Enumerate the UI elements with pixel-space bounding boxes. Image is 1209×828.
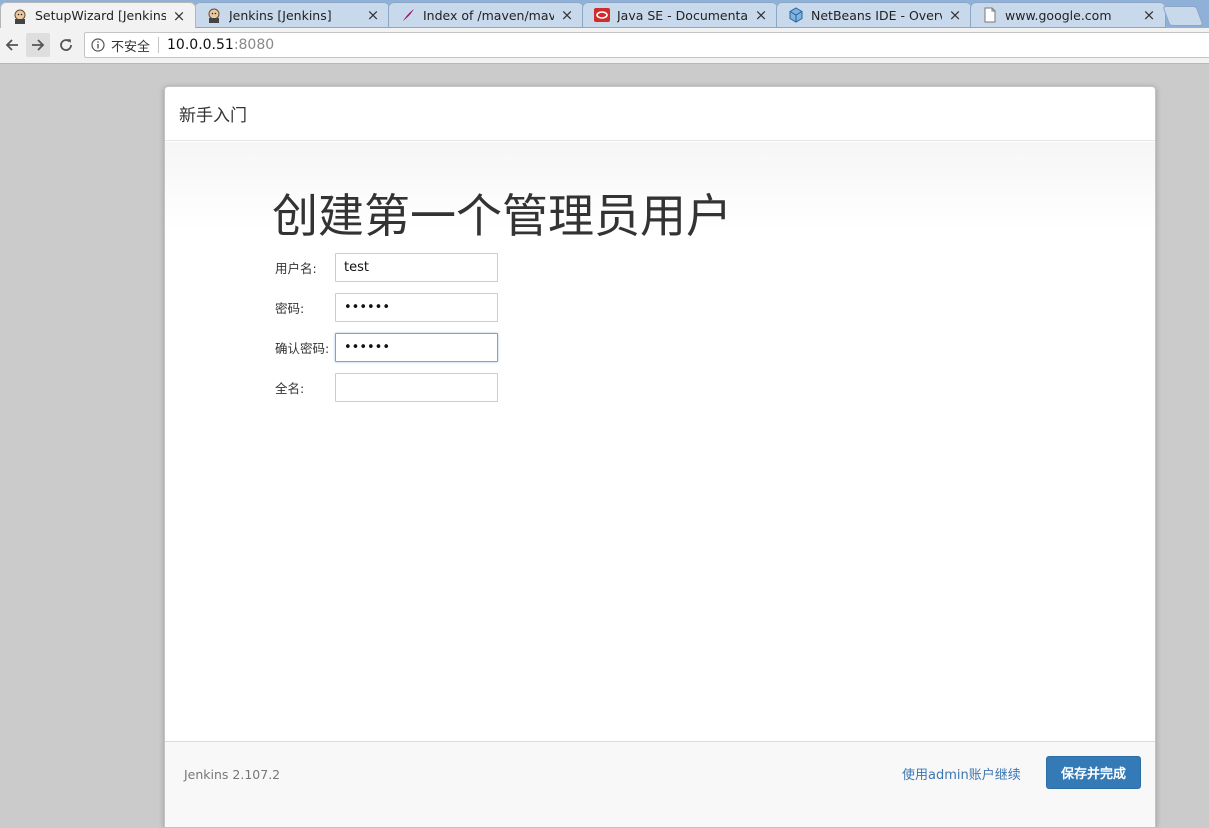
close-icon[interactable]: ×	[948, 6, 962, 24]
tab-title: NetBeans IDE - Overview	[811, 7, 942, 23]
arrow-right-icon	[32, 39, 45, 51]
forward-button[interactable]	[26, 33, 50, 57]
url-port: :8080	[233, 37, 275, 53]
info-icon	[91, 38, 105, 52]
confirm-password-row: 确认密码:	[275, 332, 498, 362]
username-row: 用户名:	[275, 252, 498, 282]
username-field[interactable]	[335, 252, 498, 282]
back-button[interactable]	[0, 33, 24, 57]
tab-netbeans[interactable]: NetBeans IDE - Overview ×	[776, 2, 972, 28]
address-divider	[158, 37, 160, 53]
setup-wizard-dialog: 新手入门 创建第一个管理员用户 用户名: 密码: 确认密码: 全名: Jenki…	[164, 86, 1156, 828]
tab-google[interactable]: www.google.com ×	[970, 2, 1166, 28]
tab-strip: SetupWizard [Jenkins] × Jenkins [Jenkins…	[0, 0, 1209, 28]
close-icon[interactable]: ×	[754, 6, 768, 24]
url-host: 10.0.0.51	[167, 37, 234, 53]
username-label: 用户名:	[275, 260, 317, 276]
address-bar[interactable]: 不安全 10.0.0.51:8080	[84, 32, 1209, 58]
jenkins-icon	[206, 7, 222, 23]
reload-icon	[60, 39, 72, 51]
tab-title: Index of /maven/maven	[423, 7, 554, 23]
jenkins-version: Jenkins 2.107.2	[184, 767, 281, 782]
jenkins-icon	[12, 8, 28, 24]
password-field[interactable]	[335, 292, 498, 322]
browser-toolbar: 不安全 10.0.0.51:8080	[0, 28, 1209, 64]
dialog-title: 新手入门	[179, 106, 247, 126]
page-title: 创建第一个管理员用户	[272, 189, 732, 243]
feather-icon	[400, 7, 416, 23]
close-icon[interactable]: ×	[172, 7, 186, 25]
continue-as-admin-link[interactable]: 使用admin账户继续	[902, 764, 1021, 783]
dialog-footer: Jenkins 2.107.2 使用admin账户继续 保存并完成	[165, 741, 1155, 827]
fullname-row: 全名:	[275, 372, 498, 402]
password-row: 密码:	[275, 292, 498, 322]
password-label: 密码:	[275, 300, 305, 316]
new-tab-button[interactable]	[1162, 6, 1204, 26]
tab-title: Java SE - Documentation	[617, 7, 748, 23]
close-icon[interactable]: ×	[366, 6, 380, 24]
tab-maven-index[interactable]: Index of /maven/maven ×	[388, 2, 584, 28]
dialog-header: 新手入门	[165, 87, 1155, 141]
save-and-finish-button[interactable]: 保存并完成	[1046, 756, 1141, 789]
confirm-password-field[interactable]	[335, 332, 498, 362]
oracle-icon	[594, 7, 610, 23]
tab-title: SetupWizard [Jenkins]	[35, 8, 166, 23]
close-icon[interactable]: ×	[1142, 6, 1156, 24]
security-label: 不安全	[111, 39, 151, 55]
tab-jenkins[interactable]: Jenkins [Jenkins] ×	[194, 2, 390, 28]
tab-title: Jenkins [Jenkins]	[229, 7, 332, 23]
reload-button[interactable]	[54, 33, 78, 57]
fullname-label: 全名:	[275, 380, 305, 396]
confirm-password-label: 确认密码:	[275, 340, 330, 356]
tab-title: www.google.com	[1005, 7, 1112, 23]
close-icon[interactable]: ×	[560, 6, 574, 24]
page-icon	[982, 7, 998, 23]
dialog-body: 创建第一个管理员用户 用户名: 密码: 确认密码: 全名:	[165, 142, 1155, 742]
netbeans-icon	[788, 7, 804, 23]
tab-java-se[interactable]: Java SE - Documentation ×	[582, 2, 778, 28]
tab-setupwizard[interactable]: SetupWizard [Jenkins] ×	[0, 2, 196, 28]
arrow-left-icon	[5, 39, 18, 51]
fullname-field[interactable]	[335, 372, 498, 402]
